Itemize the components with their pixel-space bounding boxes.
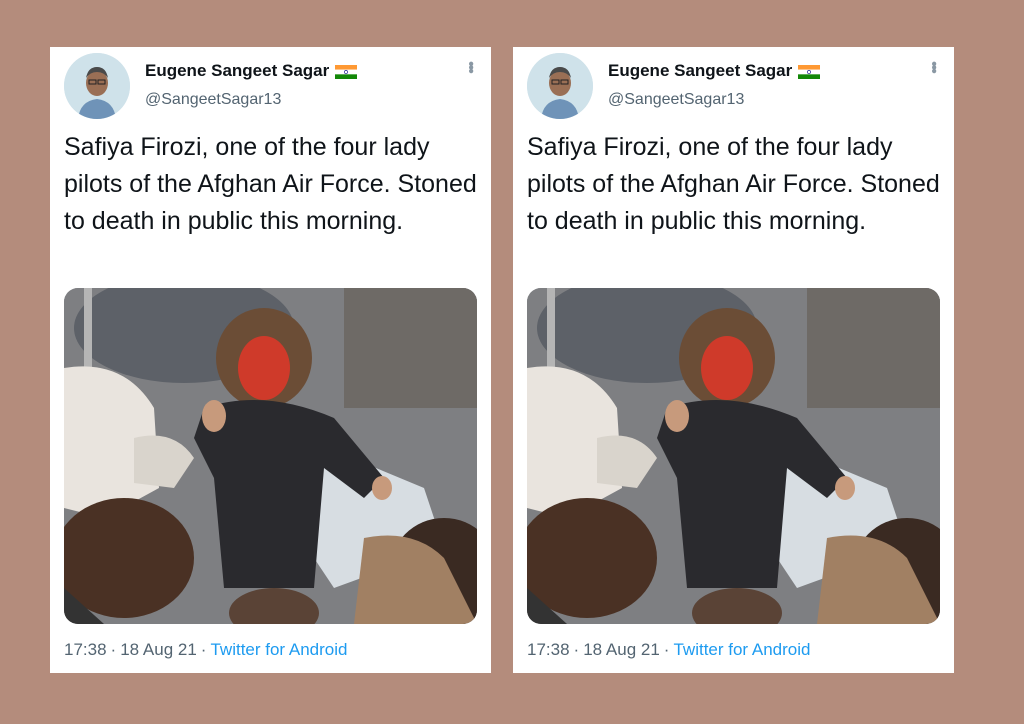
tweet-meta: 17:38 · 18 Aug 21 · Twitter for Android xyxy=(64,640,347,660)
author-name[interactable]: Eugene Sangeet Sagar xyxy=(608,61,792,81)
tweet-photo[interactable] xyxy=(527,288,940,624)
tweet-source-link[interactable]: Twitter for Android xyxy=(673,640,810,659)
separator-dot: · xyxy=(200,640,207,659)
separator-dot: · xyxy=(110,640,117,659)
more-vertical-icon[interactable]: ••• xyxy=(462,61,479,72)
more-vertical-icon[interactable]: ••• xyxy=(925,61,942,72)
tweet-source-link[interactable]: Twitter for Android xyxy=(210,640,347,659)
tweet-text: Safiya Firozi, one of the four lady pilo… xyxy=(64,133,477,235)
tweet-time[interactable]: 17:38 xyxy=(64,640,107,659)
author-name[interactable]: Eugene Sangeet Sagar xyxy=(145,61,329,81)
tweet-date[interactable]: 18 Aug 21 xyxy=(120,640,197,659)
tweet-date[interactable]: 18 Aug 21 xyxy=(583,640,660,659)
separator-dot: · xyxy=(663,640,670,659)
tweet-time[interactable]: 17:38 xyxy=(527,640,570,659)
tweet-card: Eugene Sangeet Sagar @SangeetSagar13 •••… xyxy=(50,47,491,673)
avatar[interactable] xyxy=(527,53,593,119)
avatar[interactable] xyxy=(64,53,130,119)
tweet-meta: 17:38 · 18 Aug 21 · Twitter for Android xyxy=(527,640,810,660)
tweet-photo[interactable] xyxy=(64,288,477,624)
author-name-row: Eugene Sangeet Sagar xyxy=(145,61,358,81)
author-name-row: Eugene Sangeet Sagar xyxy=(608,61,821,81)
author-handle[interactable]: @SangeetSagar13 xyxy=(145,91,281,109)
separator-dot: · xyxy=(573,640,580,659)
india-flag-icon xyxy=(335,64,358,79)
author-handle[interactable]: @SangeetSagar13 xyxy=(608,91,744,109)
tweet-text: Safiya Firozi, one of the four lady pilo… xyxy=(527,133,940,235)
india-flag-icon xyxy=(798,64,821,79)
tweet-card: Eugene Sangeet Sagar @SangeetSagar13 •••… xyxy=(513,47,954,673)
